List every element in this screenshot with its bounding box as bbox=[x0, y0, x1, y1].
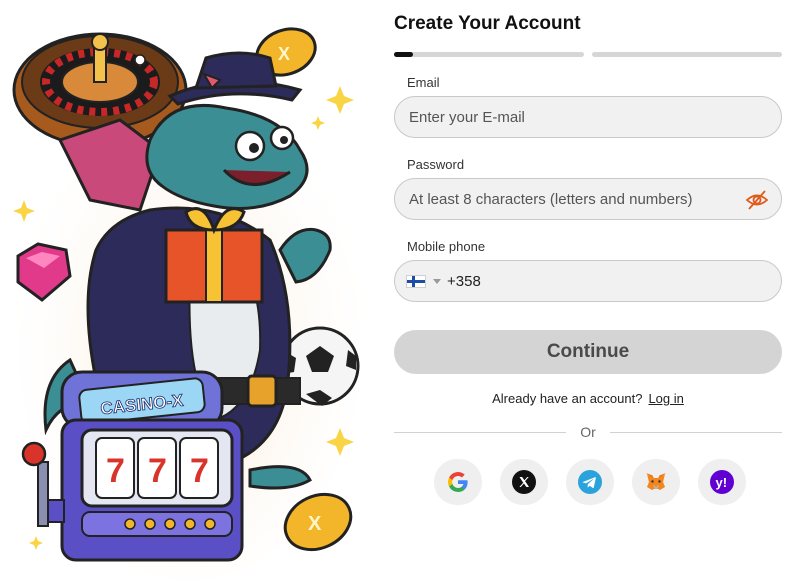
telegram-icon bbox=[578, 470, 602, 494]
password-field[interactable]: At least 8 characters (letters and numbe… bbox=[394, 178, 782, 220]
signup-progress bbox=[394, 52, 782, 57]
email-placeholder: Enter your E-mail bbox=[409, 109, 525, 126]
chevron-down-icon[interactable] bbox=[433, 279, 441, 284]
svg-text:X: X bbox=[308, 513, 322, 535]
slot-digit-1: 7 bbox=[106, 452, 125, 490]
password-placeholder: At least 8 characters (letters and numbe… bbox=[409, 191, 693, 208]
progress-step-1 bbox=[394, 52, 584, 57]
metamask-login-button[interactable] bbox=[632, 459, 680, 505]
divider-line-right bbox=[610, 432, 782, 433]
eye-off-icon[interactable] bbox=[745, 188, 769, 212]
page-title: Create Your Account bbox=[394, 13, 581, 34]
signup-form: Create Your Account Email Enter your E-m… bbox=[394, 0, 782, 585]
progress-step-2 bbox=[592, 52, 782, 57]
social-login-row: y! bbox=[434, 459, 770, 505]
email-field[interactable]: Enter your E-mail bbox=[394, 96, 782, 138]
svg-text:y!: y! bbox=[716, 475, 728, 490]
x-login-button[interactable] bbox=[500, 459, 548, 505]
yahoo-login-button[interactable]: y! bbox=[698, 459, 746, 505]
slot-digit-2: 7 bbox=[148, 452, 167, 490]
phone-label: Mobile phone bbox=[407, 239, 486, 254]
dial-code: +358 bbox=[447, 273, 481, 290]
metamask-icon bbox=[646, 473, 666, 490]
x-icon bbox=[512, 470, 536, 494]
phone-field[interactable]: +358 bbox=[394, 260, 782, 302]
continue-button[interactable]: Continue bbox=[394, 330, 782, 374]
yahoo-icon: y! bbox=[710, 470, 734, 494]
slot-digit-3: 7 bbox=[190, 452, 209, 490]
finland-flag-icon[interactable] bbox=[406, 275, 426, 288]
login-prompt: Already have an account? bbox=[492, 391, 643, 406]
email-label: Email bbox=[407, 75, 440, 90]
casino-dragon-illustration: X X CASINO-X 7 7 7 bbox=[12, 27, 365, 580]
telegram-login-button[interactable] bbox=[566, 459, 614, 505]
progress-step-1-fill bbox=[394, 52, 413, 57]
google-login-button[interactable] bbox=[434, 459, 482, 505]
login-link[interactable]: Log in bbox=[648, 391, 683, 406]
promo-illustration: X X CASINO-X 7 7 7 bbox=[0, 0, 370, 585]
password-label: Password bbox=[407, 157, 465, 172]
svg-text:X: X bbox=[278, 44, 290, 64]
or-divider: Or bbox=[394, 424, 782, 440]
google-icon bbox=[448, 472, 468, 492]
login-prompt-row: Already have an account? Log in bbox=[394, 391, 782, 406]
